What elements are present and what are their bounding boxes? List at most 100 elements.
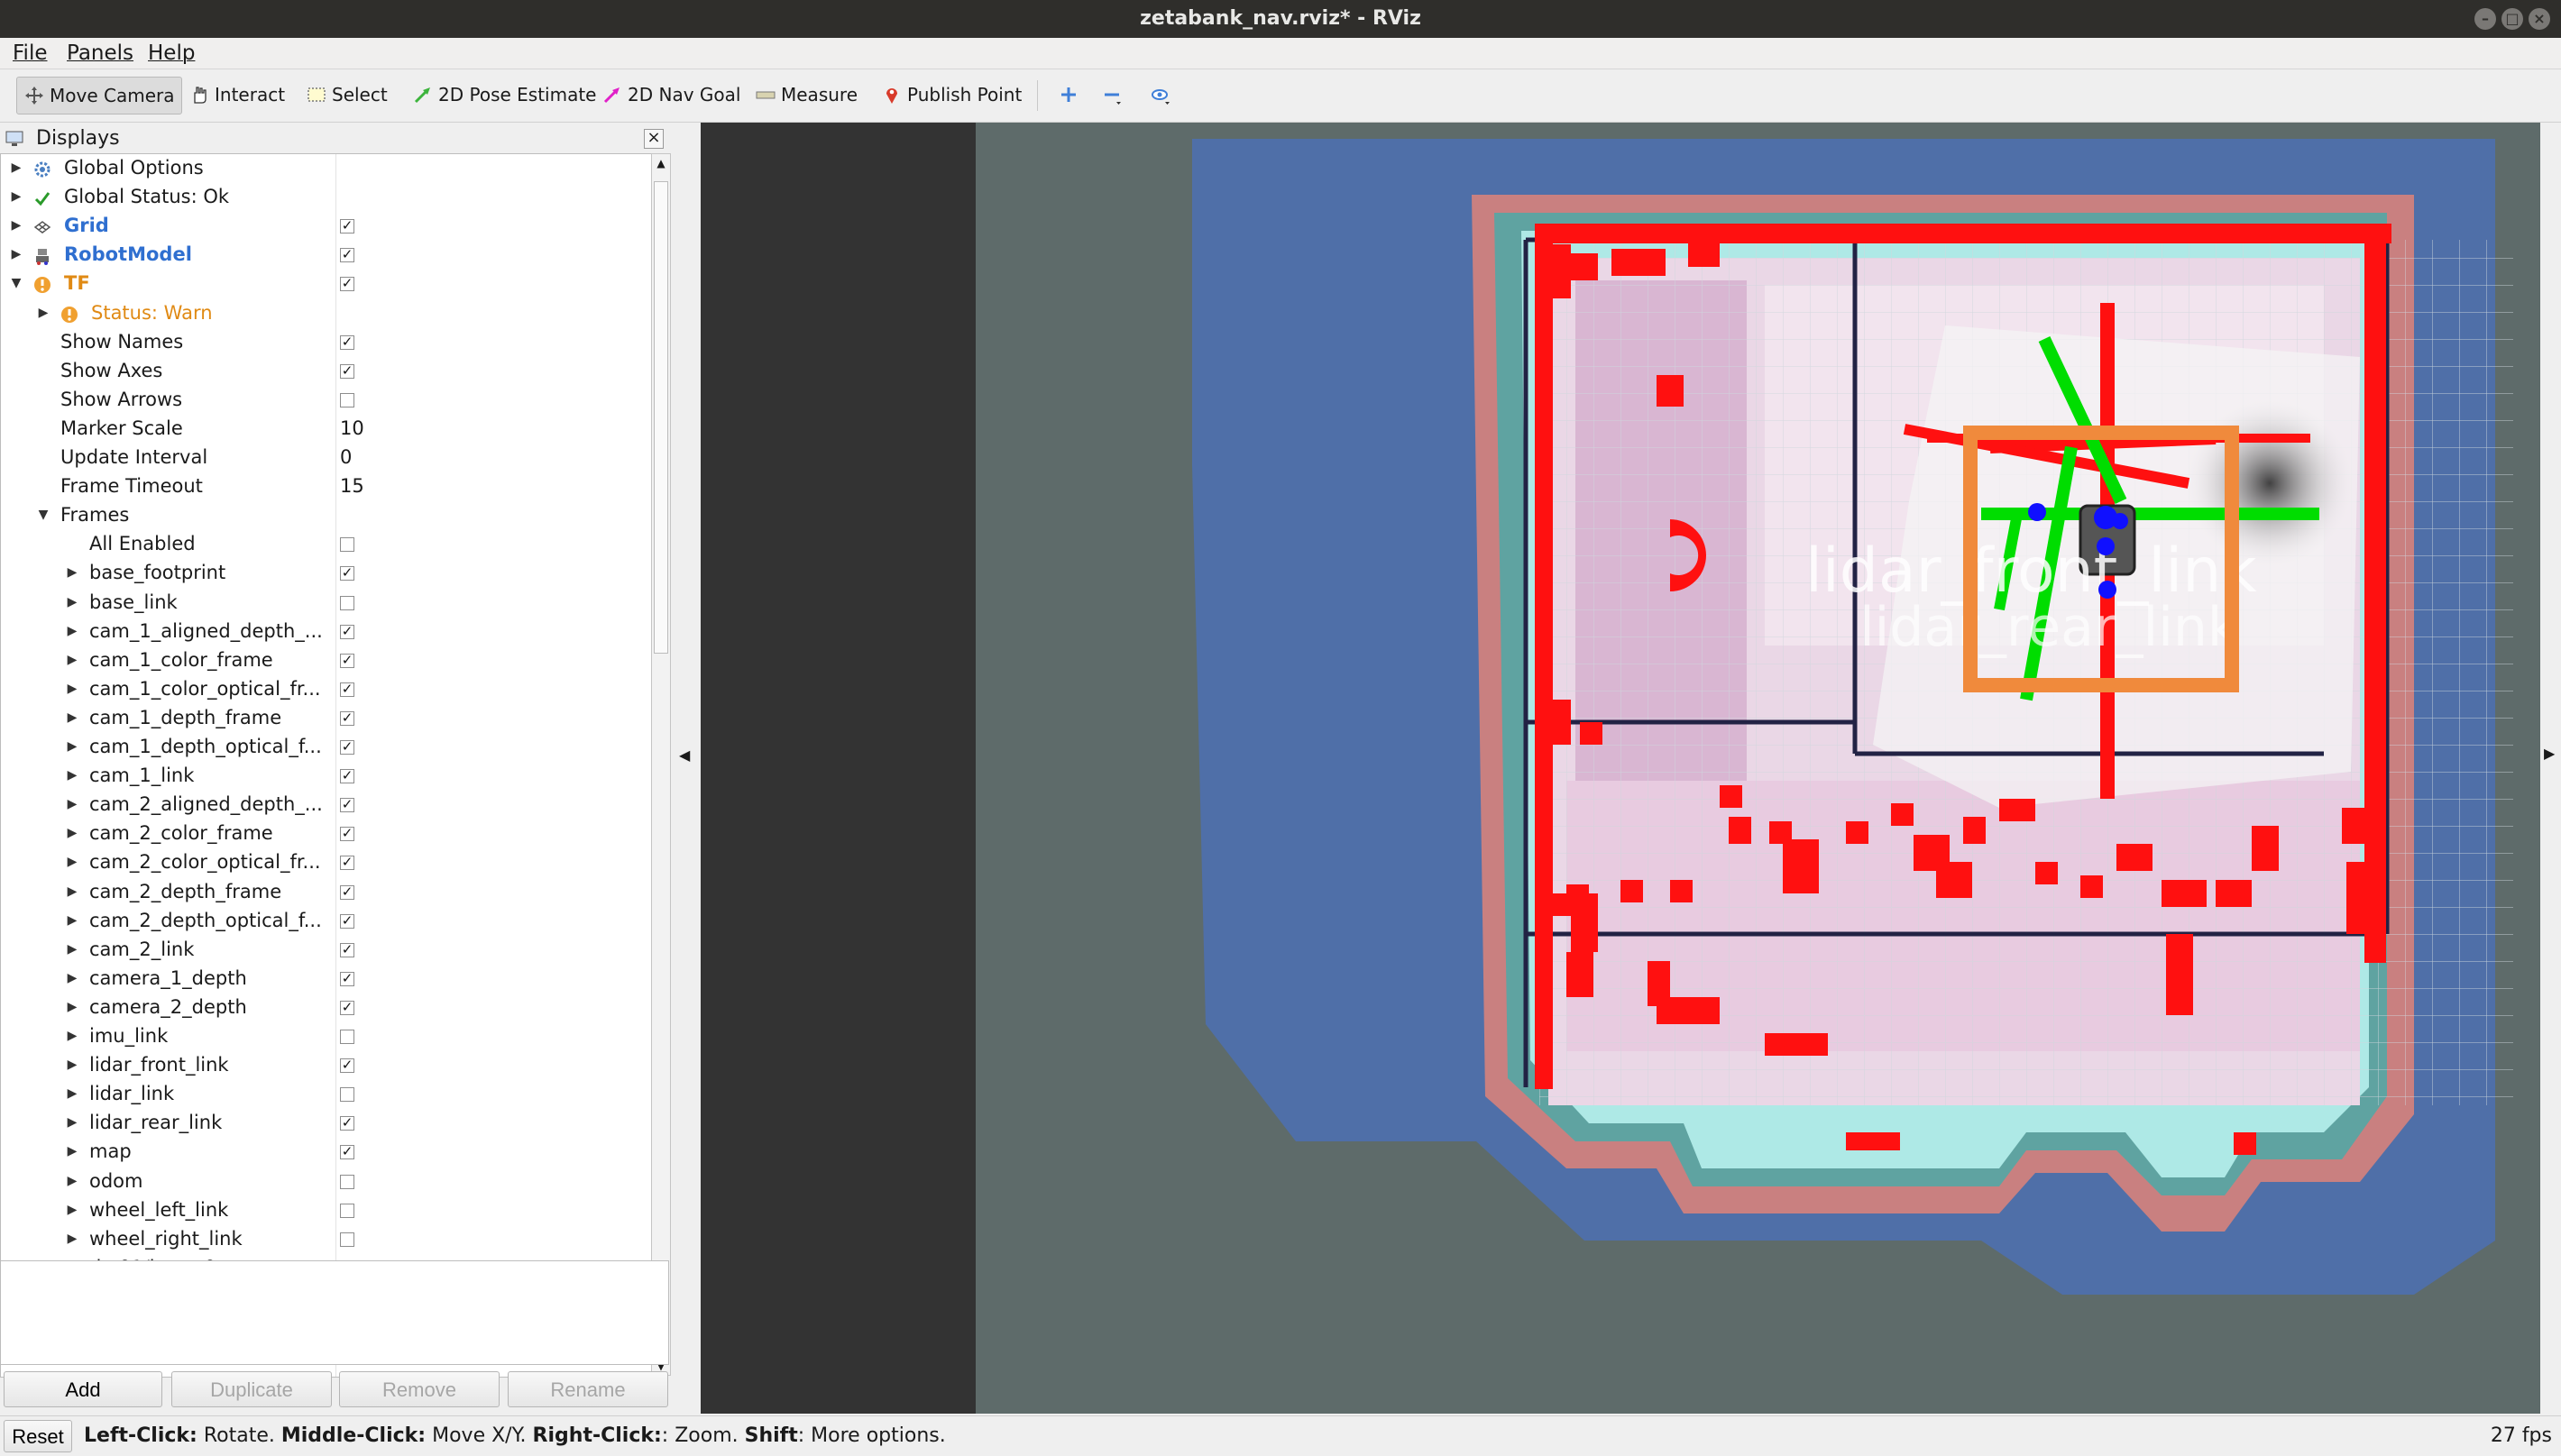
tree-row[interactable]: ▶ cam_2_color_optical_fr... ✓ bbox=[1, 849, 650, 875]
visibility-checkbox[interactable]: ✓ bbox=[340, 971, 354, 986]
visibility-checkbox[interactable]: ✓ bbox=[340, 566, 354, 581]
tree-row[interactable]: ▶ lidar_link bbox=[1, 1081, 650, 1107]
visibility-checkbox[interactable]: ✓ bbox=[340, 740, 354, 755]
visibility-checkbox[interactable]: ✓ bbox=[340, 884, 354, 900]
visibility-checkbox[interactable] bbox=[340, 392, 354, 407]
render-viewport[interactable]: lidar_front_link lidar_rear_link bbox=[701, 123, 2540, 1414]
visibility-checkbox[interactable] bbox=[340, 1087, 354, 1103]
visibility-checkbox[interactable]: ✓ bbox=[340, 827, 354, 842]
tree-row[interactable]: ▶ cam_1_depth_optical_f... ✓ bbox=[1, 734, 650, 760]
close-window-button[interactable]: × bbox=[2529, 8, 2550, 30]
collapsed-arrow-icon[interactable]: ▶ bbox=[66, 994, 78, 1021]
collapsed-arrow-icon[interactable]: ▶ bbox=[66, 734, 78, 760]
close-panel-icon[interactable]: × bbox=[644, 129, 664, 149]
tree-row[interactable]: ▶ base_link bbox=[1, 590, 650, 616]
reset-button[interactable]: Reset bbox=[4, 1420, 72, 1452]
collapsed-arrow-icon[interactable]: ▶ bbox=[66, 879, 78, 905]
collapsed-arrow-icon[interactable]: ▶ bbox=[66, 820, 78, 847]
visibility-checkbox[interactable]: ✓ bbox=[340, 769, 354, 784]
tree-row[interactable]: Frame Timeout 15 bbox=[1, 473, 650, 499]
tree-row[interactable]: Show Arrows bbox=[1, 387, 650, 413]
visibility-checkbox[interactable]: ✓ bbox=[340, 1116, 354, 1131]
tree-row[interactable]: ▶ RobotModel ✓ bbox=[1, 242, 650, 268]
visibility-checkbox[interactable]: ✓ bbox=[340, 942, 354, 957]
scroll-up-icon[interactable]: ▲ bbox=[654, 156, 668, 170]
collapsed-arrow-icon[interactable]: ▶ bbox=[66, 676, 78, 702]
tool-2d-nav-goal[interactable]: 2D Nav Goal bbox=[595, 77, 748, 113]
tool-publish-point[interactable]: Publish Point bbox=[875, 77, 1029, 113]
collapsed-arrow-icon[interactable]: ▶ bbox=[10, 213, 23, 239]
tree-row[interactable]: ▶ wheel_left_link bbox=[1, 1197, 650, 1223]
collapsed-arrow-icon[interactable]: ▶ bbox=[66, 966, 78, 992]
tree-row[interactable]: ▶ cam_2_link ✓ bbox=[1, 937, 650, 963]
tree-row[interactable]: ▶ camera_1_depth ✓ bbox=[1, 966, 650, 992]
tree-row[interactable]: ▶ Status: Warn bbox=[1, 300, 650, 326]
menu-help[interactable]: Help bbox=[148, 38, 195, 69]
tree-row[interactable]: ▶ cam_1_depth_frame ✓ bbox=[1, 705, 650, 731]
tool-measure[interactable]: Measure bbox=[748, 77, 865, 113]
tree-row[interactable]: ▶ wheel_right_link bbox=[1, 1226, 650, 1252]
visibility-checkbox[interactable]: ✓ bbox=[340, 856, 354, 871]
tree-row[interactable]: ▶ imu_link bbox=[1, 1023, 650, 1049]
visibility-checkbox[interactable]: ✓ bbox=[340, 1058, 354, 1074]
collapsed-arrow-icon[interactable]: ▶ bbox=[66, 937, 78, 963]
rename-display-button[interactable]: Rename bbox=[508, 1371, 668, 1407]
tree-row[interactable]: ▶ cam_1_link ✓ bbox=[1, 763, 650, 789]
right-splitter[interactable]: ▶ bbox=[2540, 123, 2561, 1414]
tool-interact[interactable]: Interact bbox=[182, 77, 292, 113]
menu-panels[interactable]: Panels bbox=[67, 38, 133, 69]
tree-row[interactable]: ▶ lidar_rear_link ✓ bbox=[1, 1110, 650, 1136]
visibility-checkbox[interactable]: ✓ bbox=[340, 682, 354, 697]
collapsed-arrow-icon[interactable]: ▶ bbox=[10, 242, 23, 268]
remove-display-button[interactable]: Remove bbox=[339, 1371, 500, 1407]
tree-row[interactable]: ▶ cam_2_aligned_depth_... ✓ bbox=[1, 792, 650, 818]
panel-splitter[interactable]: ◀ bbox=[672, 124, 699, 1414]
property-value[interactable]: 15 bbox=[340, 473, 364, 499]
visibility-checkbox[interactable]: ✓ bbox=[340, 334, 354, 350]
collapse-right-icon[interactable]: ▶ bbox=[2544, 745, 2555, 762]
add-display-button[interactable]: Add bbox=[4, 1371, 162, 1407]
visibility-checkbox[interactable]: ✓ bbox=[340, 248, 354, 263]
minimize-button[interactable]: – bbox=[2474, 8, 2496, 30]
visibility-checkbox[interactable]: ✓ bbox=[340, 913, 354, 929]
duplicate-display-button[interactable]: Duplicate bbox=[171, 1371, 332, 1407]
visibility-checkbox[interactable] bbox=[340, 1232, 354, 1247]
collapsed-arrow-icon[interactable]: ▶ bbox=[66, 1139, 78, 1165]
tree-row[interactable]: Update Interval 0 bbox=[1, 444, 650, 471]
tree-row[interactable]: ▶ map ✓ bbox=[1, 1139, 650, 1165]
visibility-checkbox[interactable] bbox=[340, 1174, 354, 1189]
visibility-checkbox[interactable] bbox=[340, 1203, 354, 1218]
visibility-checkbox[interactable]: ✓ bbox=[340, 363, 354, 379]
property-value[interactable]: 0 bbox=[340, 444, 352, 471]
collapsed-arrow-icon[interactable]: ▶ bbox=[66, 618, 78, 645]
tree-row[interactable]: ▶ Global Options bbox=[1, 155, 650, 181]
remove-tool-button[interactable] bbox=[1095, 77, 1140, 113]
collapsed-arrow-icon[interactable]: ▶ bbox=[66, 590, 78, 616]
collapsed-arrow-icon[interactable]: ▶ bbox=[66, 792, 78, 818]
collapsed-arrow-icon[interactable]: ▶ bbox=[10, 184, 23, 210]
visibility-checkbox[interactable]: ✓ bbox=[340, 277, 354, 292]
collapsed-arrow-icon[interactable]: ▶ bbox=[66, 849, 78, 875]
tree-row[interactable]: ▶ lidar_front_link ✓ bbox=[1, 1052, 650, 1078]
tool-select[interactable]: Select bbox=[299, 77, 395, 113]
visibility-checkbox[interactable]: ✓ bbox=[340, 798, 354, 813]
tree-row[interactable]: ▼ Frames bbox=[1, 502, 650, 528]
collapsed-arrow-icon[interactable]: ▶ bbox=[10, 155, 23, 181]
tree-row[interactable]: ▶ base_footprint ✓ bbox=[1, 560, 650, 586]
collapsed-arrow-icon[interactable]: ▶ bbox=[66, 647, 78, 673]
tree-row[interactable]: ▶ cam_1_color_optical_fr... ✓ bbox=[1, 676, 650, 702]
collapsed-arrow-icon[interactable]: ▶ bbox=[66, 908, 78, 934]
tree-row[interactable]: Show Axes ✓ bbox=[1, 358, 650, 384]
expanded-arrow-icon[interactable]: ▼ bbox=[10, 270, 23, 297]
visibility-checkbox[interactable] bbox=[340, 1030, 354, 1044]
visibility-checkbox[interactable] bbox=[340, 537, 354, 553]
tree-row[interactable]: Show Names ✓ bbox=[1, 329, 650, 355]
visibility-checkbox[interactable]: ✓ bbox=[340, 653, 354, 668]
view-tool-menu[interactable] bbox=[1143, 77, 1189, 113]
collapse-left-icon[interactable]: ◀ bbox=[679, 746, 690, 764]
visibility-checkbox[interactable]: ✓ bbox=[340, 1000, 354, 1015]
tree-row[interactable]: ▶ Grid ✓ bbox=[1, 213, 650, 239]
tree-row[interactable]: ▼ TF ✓ bbox=[1, 270, 650, 297]
collapsed-arrow-icon[interactable]: ▶ bbox=[66, 1052, 78, 1078]
tool-move-camera[interactable]: Move Camera bbox=[16, 77, 183, 114]
